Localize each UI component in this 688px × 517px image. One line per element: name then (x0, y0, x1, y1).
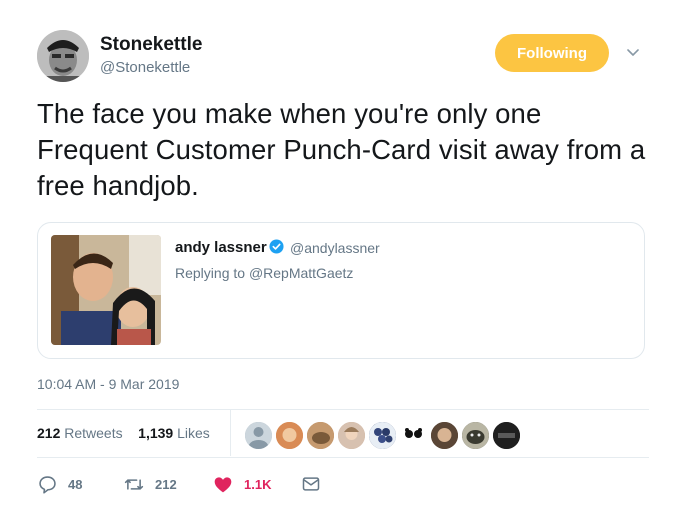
divider (37, 457, 649, 458)
liker-avatar[interactable] (274, 420, 305, 451)
reply-button[interactable]: 48 (37, 474, 82, 495)
chevron-down-icon[interactable] (625, 44, 641, 60)
like-button[interactable]: 1.1K (212, 474, 271, 495)
likes-stat[interactable]: 1,139 Likes (138, 425, 210, 441)
retweets-stat[interactable]: 212 Retweets (37, 425, 123, 441)
liker-avatar[interactable] (460, 420, 491, 451)
quoted-author-name[interactable]: andy lassner (175, 239, 267, 256)
likes-label: Likes (177, 425, 210, 441)
likes-count: 1,139 (138, 425, 174, 441)
liker-avatar[interactable] (305, 420, 336, 451)
tweet-timestamp[interactable]: 10:04 AM - 9 Mar 2019 (37, 376, 179, 392)
quoted-tweet[interactable]: andy lassner @andylassner Replying to @R… (37, 222, 645, 359)
heart-icon (214, 477, 232, 493)
retweet-icon (124, 479, 144, 490)
liker-avatar[interactable] (429, 420, 460, 451)
replying-to-line: Replying to @RepMattGaetz (175, 265, 353, 281)
direct-message-button[interactable] (301, 474, 331, 494)
replying-to-user[interactable]: @RepMattGaetz (249, 265, 353, 281)
liker-avatar[interactable] (243, 420, 274, 451)
tweet-stats: 212 Retweets 1,139 Likes (37, 425, 210, 441)
retweet-button[interactable]: 212 (123, 474, 177, 495)
liker-avatar[interactable] (398, 420, 429, 451)
verified-badge-icon (269, 239, 284, 254)
like-count: 1.1K (244, 477, 272, 492)
envelope-icon (302, 477, 320, 491)
author-handle[interactable]: @Stonekettle (100, 59, 190, 76)
liker-avatar[interactable] (491, 420, 522, 451)
reply-icon (39, 476, 56, 494)
author-avatar[interactable] (37, 30, 89, 82)
stats-divider (230, 410, 231, 456)
retweet-count: 212 (155, 477, 177, 492)
quoted-author-handle[interactable]: @andylassner (290, 240, 380, 256)
tweet-actions: 48 212 1.1K (37, 474, 649, 500)
liker-avatar[interactable] (367, 420, 398, 451)
reply-count: 48 (68, 477, 83, 492)
replying-to-prefix: Replying to (175, 265, 246, 281)
retweets-label: Retweets (64, 425, 123, 441)
divider (37, 409, 649, 410)
quoted-tweet-image[interactable] (51, 235, 161, 345)
following-button[interactable]: Following (495, 34, 609, 72)
tweet-text: The face you make when you're only one F… (37, 98, 646, 201)
liker-avatar[interactable] (336, 420, 367, 451)
author-name[interactable]: Stonekettle (100, 34, 202, 56)
retweets-count: 212 (37, 425, 61, 441)
tweet-header: Stonekettle @Stonekettle Following (37, 30, 649, 82)
